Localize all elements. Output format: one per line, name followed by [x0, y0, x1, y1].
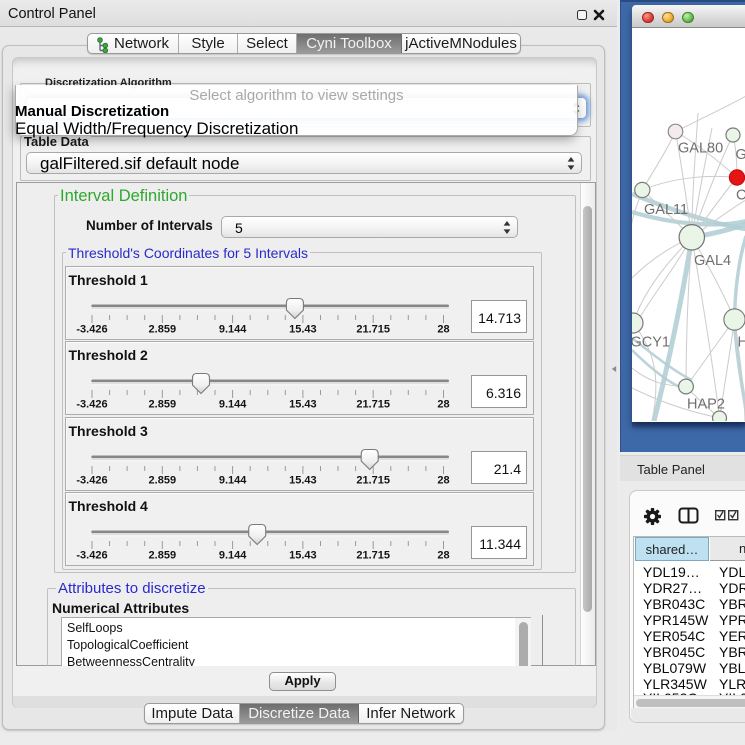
svg-text:21.715: 21.715 [356, 475, 390, 487]
svg-text:2.859: 2.859 [149, 324, 177, 336]
svg-text:21.715: 21.715 [356, 324, 390, 336]
svg-text:15.43: 15.43 [289, 324, 317, 336]
svg-text:-3.426: -3.426 [76, 475, 107, 487]
svg-text:GAL2: GAL2 [736, 147, 745, 163]
svg-text:15.43: 15.43 [289, 399, 317, 411]
svg-text:15.43: 15.43 [289, 475, 317, 487]
svg-text:HA: HA [738, 335, 745, 351]
svg-text:-3.426: -3.426 [76, 399, 107, 411]
svg-text:9.144: 9.144 [219, 399, 247, 411]
svg-text:HAP2: HAP2 [687, 397, 725, 413]
svg-text:GAL80: GAL80 [678, 141, 723, 157]
svg-text:-3.426: -3.426 [76, 324, 107, 336]
svg-text:GAL11: GAL11 [644, 202, 688, 218]
svg-text:28: 28 [437, 399, 449, 411]
svg-text:2.859: 2.859 [149, 550, 177, 562]
svg-text:15.43: 15.43 [289, 550, 317, 562]
svg-text:9.144: 9.144 [219, 324, 247, 336]
svg-text:9.144: 9.144 [219, 475, 247, 487]
svg-text:21.715: 21.715 [356, 399, 390, 411]
svg-text:28: 28 [437, 475, 449, 487]
svg-text:28: 28 [437, 324, 449, 336]
svg-text:21.715: 21.715 [356, 550, 390, 562]
svg-text:2.859: 2.859 [149, 475, 177, 487]
svg-text:GAL4: GAL4 [694, 253, 731, 269]
svg-text:2.859: 2.859 [149, 399, 177, 411]
svg-text:-3.426: -3.426 [76, 550, 107, 562]
svg-text:28: 28 [437, 550, 449, 562]
svg-text:GCY1: GCY1 [632, 335, 670, 351]
svg-text:9.144: 9.144 [219, 550, 247, 562]
svg-text:CD: CD [736, 188, 745, 204]
